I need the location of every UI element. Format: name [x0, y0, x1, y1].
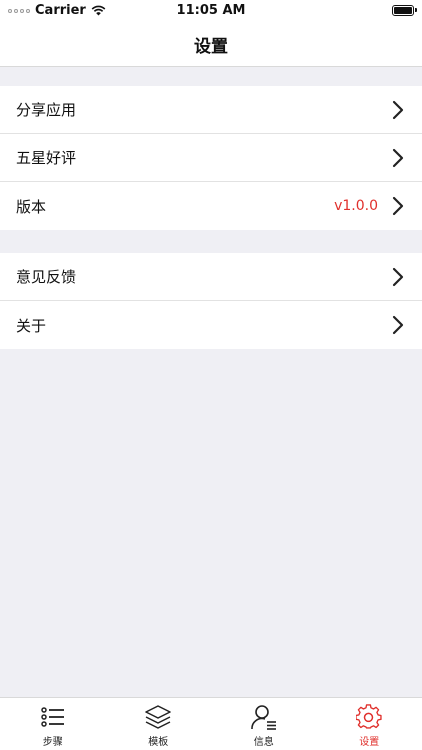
feedback-row[interactable]: 意见反馈: [0, 253, 422, 301]
version-value: v1.0.0: [334, 198, 378, 214]
chevron-right-icon: [392, 196, 404, 216]
about-row[interactable]: 关于: [0, 301, 422, 349]
row-label: 意见反馈: [16, 268, 77, 286]
battery-icon: [392, 5, 417, 16]
chevron-right-icon: [392, 267, 404, 287]
list-icon: [41, 707, 64, 727]
chevron-right-icon: [392, 148, 404, 168]
chevron-right-icon: [392, 315, 404, 335]
settings-group-2: 意见反馈 关于: [0, 253, 422, 349]
row-label: 分享应用: [16, 101, 77, 119]
settings-group-1: 分享应用 五星好评 版本 v1.0.0: [0, 86, 422, 230]
share-app-row[interactable]: 分享应用: [0, 86, 422, 134]
layers-icon: [145, 705, 171, 729]
chevron-right-icon: [392, 100, 404, 120]
tab-info[interactable]: 信息: [211, 698, 317, 750]
rate-app-row[interactable]: 五星好评: [0, 134, 422, 182]
gear-icon: [356, 704, 382, 729]
user-info-icon: [250, 705, 276, 730]
status-bar: Carrier 11:05 AM: [0, 0, 422, 22]
row-label: 版本: [16, 197, 47, 216]
row-label: 五星好评: [16, 149, 77, 167]
tab-label: 信息: [253, 737, 274, 748]
tab-label: 设置: [359, 737, 380, 748]
tab-settings[interactable]: 设置: [317, 698, 422, 750]
tab-templates[interactable]: 模板: [106, 698, 212, 750]
row-label: 关于: [16, 316, 47, 335]
tab-bar: 步骤 模板 信息 设置: [0, 697, 422, 750]
status-time: 11:05 AM: [176, 3, 246, 18]
tab-steps[interactable]: 步骤: [0, 698, 106, 750]
version-row[interactable]: 版本 v1.0.0: [0, 182, 422, 230]
page-title: 设置: [194, 36, 228, 57]
navigation-bar: 设置: [0, 22, 422, 67]
tab-label: 模板: [148, 737, 169, 748]
tab-label: 步骤: [42, 737, 63, 748]
